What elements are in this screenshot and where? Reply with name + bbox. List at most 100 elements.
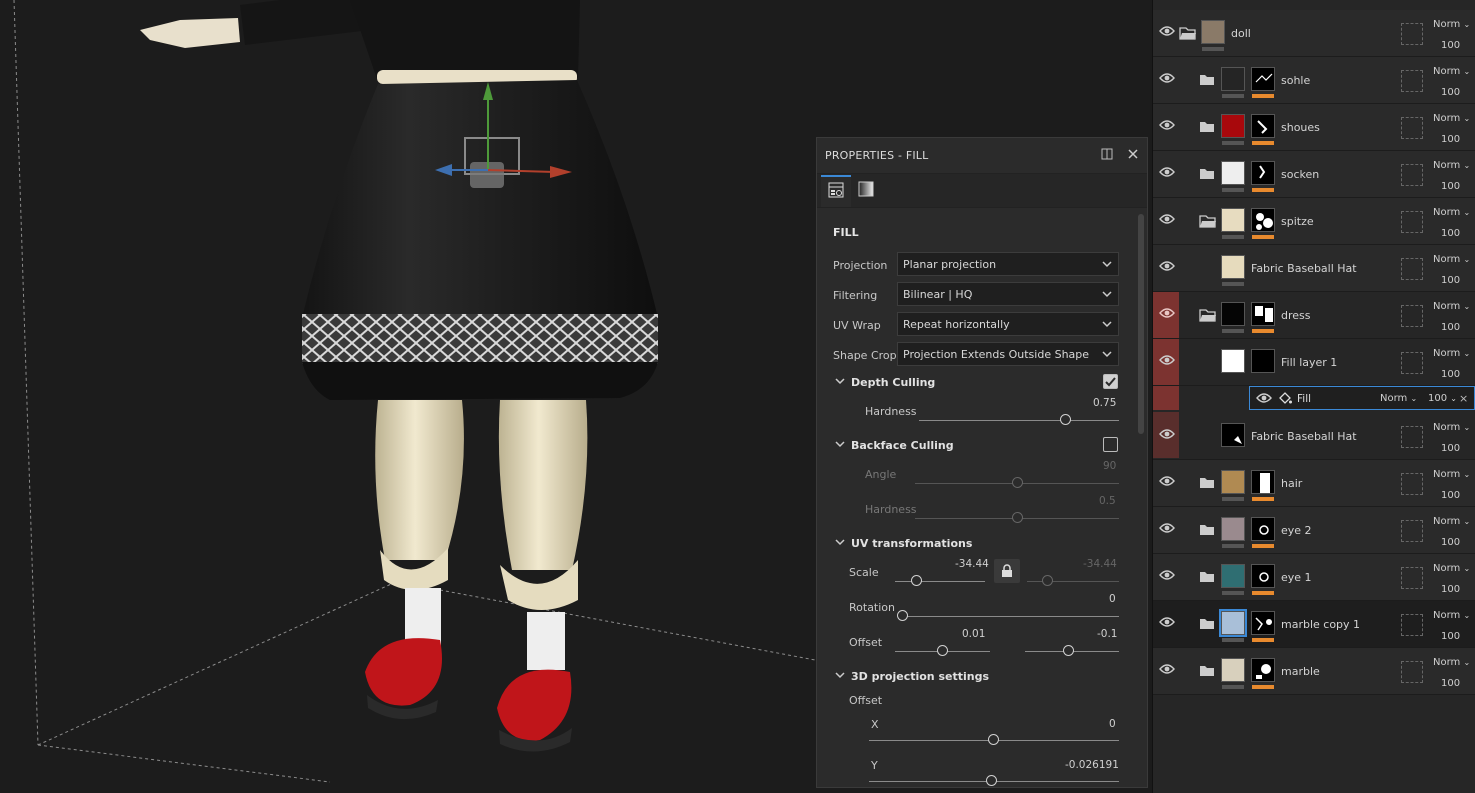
3d-projection-header[interactable]: 3D projection settings	[835, 670, 989, 683]
depth-hardness-slider-handle[interactable]	[1060, 414, 1071, 425]
layer-row-doll[interactable]: doll Norm ⌄ 100	[1153, 10, 1475, 57]
layer-row-fabric-baseball-hat[interactable]: Fabric Baseball Hat Norm ⌄ 100	[1153, 245, 1475, 292]
eye-icon[interactable]	[1159, 213, 1175, 228]
eye-icon[interactable]	[1159, 260, 1175, 275]
blend-mode[interactable]: Norm ⌄	[1433, 207, 1470, 218]
eye-icon[interactable]	[1159, 72, 1175, 87]
layer-row-shoues[interactable]: shoues Norm ⌄ 100	[1153, 104, 1475, 151]
3d-offset-x-slider-handle[interactable]	[988, 734, 999, 745]
layer-opacity[interactable]: 100	[1441, 490, 1460, 501]
blend-mode[interactable]: Norm ⌄	[1433, 301, 1470, 312]
blend-mode[interactable]: Norm ⌄	[1433, 160, 1470, 171]
blend-mode-box[interactable]	[1401, 164, 1423, 186]
blend-mode[interactable]: Norm ⌄	[1433, 516, 1470, 527]
backface-angle-slider-handle[interactable]	[1012, 477, 1023, 488]
folder-icon[interactable]	[1199, 73, 1215, 89]
blend-mode-box[interactable]	[1401, 520, 1423, 542]
blend-mode[interactable]: Norm ⌄	[1433, 66, 1470, 77]
blend-mode[interactable]: Norm ⌄	[1433, 348, 1470, 359]
layer-opacity[interactable]: 100	[1441, 40, 1460, 51]
blend-mode[interactable]: Norm ⌄	[1433, 610, 1470, 621]
scale-v-slider-track[interactable]	[1027, 581, 1119, 582]
eye-icon[interactable]	[1159, 428, 1175, 443]
layer-row-dress[interactable]: dress Norm ⌄ 100	[1153, 292, 1475, 339]
layer-opacity[interactable]: 100	[1441, 584, 1460, 595]
folder-open-icon[interactable]	[1199, 214, 1217, 231]
layer-opacity[interactable]: 100	[1441, 228, 1460, 239]
blend-mode[interactable]: Norm ⌄	[1380, 393, 1417, 404]
blend-mode-box[interactable]	[1401, 661, 1423, 683]
layer-opacity[interactable]: 100	[1441, 631, 1460, 642]
layer-opacity[interactable]: 100	[1441, 537, 1460, 548]
eye-icon[interactable]	[1159, 119, 1175, 134]
layer-opacity[interactable]: 100	[1441, 275, 1460, 286]
layer-opacity[interactable]: 100	[1441, 322, 1460, 333]
blend-mode[interactable]: Norm ⌄	[1433, 422, 1470, 433]
scale-u-slider-track[interactable]	[895, 581, 985, 582]
layer-row-hair[interactable]: hair Norm ⌄ 100	[1153, 460, 1475, 507]
shape-crop-dropdown[interactable]: Projection Extends Outside Shape	[897, 342, 1119, 366]
rotation-slider-handle[interactable]	[897, 610, 908, 621]
blend-mode-box[interactable]	[1401, 211, 1423, 233]
eye-icon[interactable]	[1159, 166, 1175, 181]
layer-row-fabric-baseball-hat-2[interactable]: Fabric Baseball Hat Norm ⌄ 100	[1153, 413, 1475, 460]
blend-mode-box[interactable]	[1401, 117, 1423, 139]
offset-u-slider-handle[interactable]	[937, 645, 948, 656]
scale-lock-button[interactable]	[994, 559, 1020, 583]
eye-icon[interactable]	[1159, 354, 1175, 369]
fill-effect-opacity[interactable]: 100 ⌄	[1428, 393, 1457, 404]
3d-offset-y-slider-handle[interactable]	[986, 775, 997, 786]
blend-mode-box[interactable]	[1401, 23, 1423, 45]
backface-hardness-slider-handle[interactable]	[1012, 512, 1023, 523]
rotation-slider-track[interactable]	[899, 616, 1119, 617]
close-icon[interactable]	[1127, 148, 1139, 163]
properties-scrollbar[interactable]	[1138, 214, 1144, 434]
eye-icon[interactable]	[1159, 522, 1175, 537]
depth-culling-header[interactable]: Depth Culling	[835, 376, 935, 389]
offset-v-slider-handle[interactable]	[1063, 645, 1074, 656]
layer-opacity[interactable]: 100	[1441, 443, 1460, 454]
folder-icon[interactable]	[1199, 476, 1215, 492]
folder-icon[interactable]	[1199, 120, 1215, 136]
depth-culling-checkbox[interactable]	[1103, 374, 1118, 389]
layer-opacity[interactable]: 100	[1441, 369, 1460, 380]
eye-icon[interactable]	[1159, 475, 1175, 490]
uv-wrap-dropdown[interactable]: Repeat horizontally	[897, 312, 1119, 336]
blend-mode-box[interactable]	[1401, 305, 1423, 327]
blend-mode[interactable]: Norm ⌄	[1433, 657, 1470, 668]
projection-dropdown[interactable]: Planar projection	[897, 252, 1119, 276]
folder-icon[interactable]	[1199, 570, 1215, 586]
backface-culling-header[interactable]: Backface Culling	[835, 439, 954, 452]
blend-mode-box[interactable]	[1401, 567, 1423, 589]
eye-icon[interactable]	[1256, 392, 1272, 407]
layer-row-socken[interactable]: socken Norm ⌄ 100	[1153, 151, 1475, 198]
folder-icon[interactable]	[1199, 664, 1215, 680]
uv-transformations-header[interactable]: UV transformations	[835, 537, 972, 550]
layer-row-sohle[interactable]: sohle Norm ⌄ 100	[1153, 57, 1475, 104]
layer-row-marble-copy-1[interactable]: marble copy 1 Norm ⌄ 100	[1153, 601, 1475, 648]
blend-mode-box[interactable]	[1401, 70, 1423, 92]
depth-hardness-slider-track[interactable]	[919, 420, 1119, 421]
blend-mode[interactable]: Norm ⌄	[1433, 563, 1470, 574]
eye-icon[interactable]	[1159, 616, 1175, 631]
blend-mode-box[interactable]	[1401, 473, 1423, 495]
backface-culling-checkbox[interactable]	[1103, 437, 1118, 452]
folder-icon[interactable]	[1199, 167, 1215, 183]
blend-mode-box[interactable]	[1401, 258, 1423, 280]
layer-row-spitze[interactable]: spitze Norm ⌄ 100	[1153, 198, 1475, 245]
eye-icon[interactable]	[1159, 663, 1175, 678]
layer-row-marble[interactable]: marble Norm ⌄ 100	[1153, 648, 1475, 695]
filtering-dropdown[interactable]: Bilinear | HQ	[897, 282, 1119, 306]
folder-icon[interactable]	[1199, 617, 1215, 633]
eye-icon[interactable]	[1159, 569, 1175, 584]
eye-icon[interactable]	[1159, 25, 1175, 40]
blend-mode-box[interactable]	[1401, 614, 1423, 636]
blend-mode[interactable]: Norm ⌄	[1433, 19, 1470, 30]
layer-opacity[interactable]: 100	[1441, 181, 1460, 192]
scale-u-slider-handle[interactable]	[911, 575, 922, 586]
blend-mode[interactable]: Norm ⌄	[1433, 469, 1470, 480]
folder-open-icon[interactable]	[1179, 26, 1197, 43]
eye-icon[interactable]	[1159, 307, 1175, 322]
fill-effect-row[interactable]: Fill Norm ⌄ 100 ⌄ ×	[1249, 386, 1475, 410]
tab-material[interactable]	[851, 175, 881, 207]
